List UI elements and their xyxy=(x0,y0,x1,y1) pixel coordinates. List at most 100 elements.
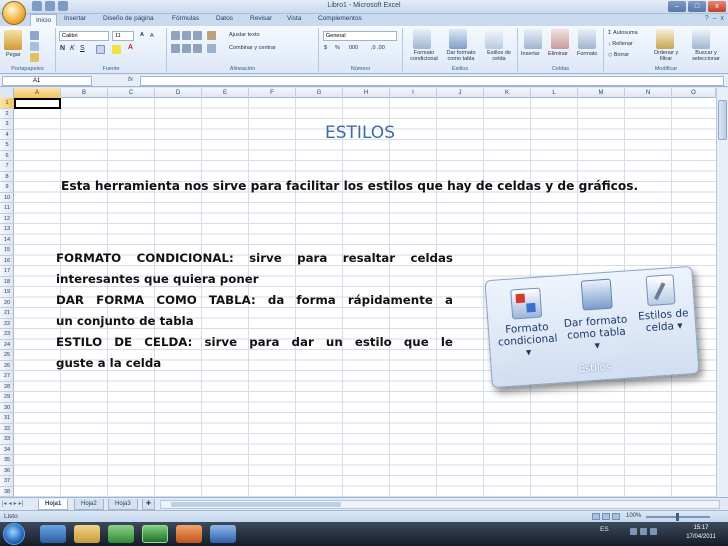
orientation-icon[interactable] xyxy=(207,31,216,40)
row-header[interactable]: 17 xyxy=(0,266,14,277)
next-sheet-icon[interactable]: ▸ xyxy=(14,500,17,507)
column-header[interactable]: B xyxy=(61,88,108,98)
format-table-button[interactable]: Dar formato como tabla xyxy=(443,50,479,62)
fx-icon[interactable]: fx xyxy=(128,76,133,83)
align-top-icon[interactable] xyxy=(171,31,180,40)
decimals-icon[interactable]: ,0 ,00 xyxy=(371,45,385,51)
vertical-scrollbar[interactable] xyxy=(716,88,728,497)
grow-font-icon[interactable]: A xyxy=(140,32,144,38)
prev-sheet-icon[interactable]: ◂ xyxy=(9,500,12,507)
insert-cells-icon[interactable] xyxy=(524,29,542,49)
row-header[interactable]: 16 xyxy=(0,256,14,266)
row-header[interactable]: 20 xyxy=(0,298,14,308)
volume-icon[interactable] xyxy=(640,528,647,535)
cut-icon[interactable] xyxy=(30,31,39,40)
tab-revisar[interactable]: Revisar xyxy=(250,15,272,22)
ribbon-min-icon[interactable]: – xyxy=(713,15,717,22)
wrap-text-button[interactable]: Ajustar texto xyxy=(229,32,260,38)
thousands-icon[interactable]: 000 xyxy=(349,45,358,51)
tab-diseno-pagina[interactable]: Diseño de página xyxy=(103,15,154,22)
maximize-button[interactable]: □ xyxy=(688,1,706,12)
font-name-select[interactable]: Calibri xyxy=(59,31,109,41)
zoom-slider[interactable] xyxy=(646,513,710,521)
row-header[interactable]: 33 xyxy=(0,434,14,445)
formula-input[interactable] xyxy=(140,76,724,86)
bold-icon[interactable]: N xyxy=(60,45,65,52)
font-size-select[interactable]: 11 xyxy=(112,31,134,41)
delete-button[interactable]: Eliminar xyxy=(548,51,568,57)
explorer-taskbar-icon[interactable] xyxy=(74,525,100,543)
align-middle-icon[interactable] xyxy=(182,31,191,40)
align-right-icon[interactable] xyxy=(193,44,202,53)
excel-taskbar-icon[interactable] xyxy=(142,525,168,543)
tab-insertar[interactable]: Insertar xyxy=(64,15,86,22)
borders-icon[interactable] xyxy=(96,45,105,54)
align-left-icon[interactable] xyxy=(171,44,180,53)
row-header[interactable]: 31 xyxy=(0,413,14,424)
column-header[interactable]: O xyxy=(672,88,716,98)
row-header[interactable]: 4 xyxy=(0,130,14,140)
media-taskbar-icon[interactable] xyxy=(108,525,134,543)
column-header[interactable]: M xyxy=(578,88,625,98)
percent-icon[interactable]: % xyxy=(335,45,340,51)
column-header[interactable]: N xyxy=(625,88,672,98)
select-all-corner[interactable] xyxy=(0,88,14,98)
indent-icon[interactable] xyxy=(207,44,216,53)
row-header[interactable]: 24 xyxy=(0,340,14,350)
format-button[interactable]: Formato xyxy=(577,51,597,57)
row-header[interactable]: 25 xyxy=(0,350,14,361)
row-header[interactable]: 1 xyxy=(0,98,14,109)
start-button[interactable] xyxy=(3,523,25,545)
zoom-slider-handle[interactable] xyxy=(676,513,679,521)
last-sheet-icon[interactable]: ▸| xyxy=(19,500,24,507)
column-header[interactable]: I xyxy=(390,88,437,98)
format-cells-icon[interactable] xyxy=(578,29,596,49)
row-header[interactable]: 27 xyxy=(0,371,14,382)
currency-icon[interactable]: $ xyxy=(324,45,327,51)
column-header[interactable]: E xyxy=(202,88,249,98)
normal-view-icon[interactable] xyxy=(592,513,600,520)
row-header[interactable]: 21 xyxy=(0,308,14,319)
row-header[interactable]: 11 xyxy=(0,203,14,214)
find-select-button[interactable]: Buscar y seleccionar xyxy=(686,50,726,62)
column-header[interactable]: G xyxy=(296,88,343,98)
row-header[interactable]: 30 xyxy=(0,403,14,413)
tab-datos[interactable]: Datos xyxy=(216,15,233,22)
sort-filter-icon[interactable] xyxy=(656,29,674,49)
row-header[interactable]: 37 xyxy=(0,476,14,487)
paste-icon[interactable] xyxy=(4,30,22,50)
powerpoint-taskbar-icon[interactable] xyxy=(176,525,202,543)
fill-color-icon[interactable] xyxy=(112,45,121,54)
row-header[interactable]: 12 xyxy=(0,214,14,224)
sheet-tab-hoja3[interactable]: Hoja3 xyxy=(108,499,138,510)
first-sheet-icon[interactable]: |◂ xyxy=(2,500,7,507)
row-header[interactable]: 8 xyxy=(0,172,14,182)
row-header[interactable]: 18 xyxy=(0,277,14,287)
sheet-tab-hoja2[interactable]: Hoja2 xyxy=(74,499,104,510)
power-icon[interactable] xyxy=(650,528,657,535)
italic-icon[interactable]: K xyxy=(70,45,75,52)
network-icon[interactable] xyxy=(630,528,637,535)
row-header[interactable]: 3 xyxy=(0,119,14,130)
row-header[interactable]: 34 xyxy=(0,445,14,455)
row-header[interactable]: 23 xyxy=(0,329,14,340)
taskbar-clock[interactable]: 15:17 17/04/2011 xyxy=(678,524,724,542)
vertical-scroll-thumb[interactable] xyxy=(718,100,727,140)
underline-icon[interactable]: S xyxy=(80,45,85,52)
column-header[interactable]: J xyxy=(437,88,484,98)
column-header[interactable]: F xyxy=(249,88,296,98)
close-button[interactable]: x xyxy=(708,1,726,12)
row-header[interactable]: 7 xyxy=(0,161,14,172)
number-format-select[interactable]: General xyxy=(323,31,397,41)
tab-complementos[interactable]: Complementos xyxy=(318,15,362,22)
fill-button[interactable]: ↓ Rellenar xyxy=(608,41,633,47)
language-indicator[interactable]: ES xyxy=(600,526,609,533)
office-button[interactable] xyxy=(2,1,26,25)
font-color-icon[interactable]: A xyxy=(128,44,133,51)
cell-styles-icon[interactable] xyxy=(485,29,503,49)
row-header[interactable]: 19 xyxy=(0,287,14,298)
minimize-button[interactable]: – xyxy=(668,1,686,12)
row-header[interactable]: 9 xyxy=(0,182,14,193)
row-header[interactable]: 5 xyxy=(0,140,14,151)
row-header[interactable]: 28 xyxy=(0,382,14,392)
